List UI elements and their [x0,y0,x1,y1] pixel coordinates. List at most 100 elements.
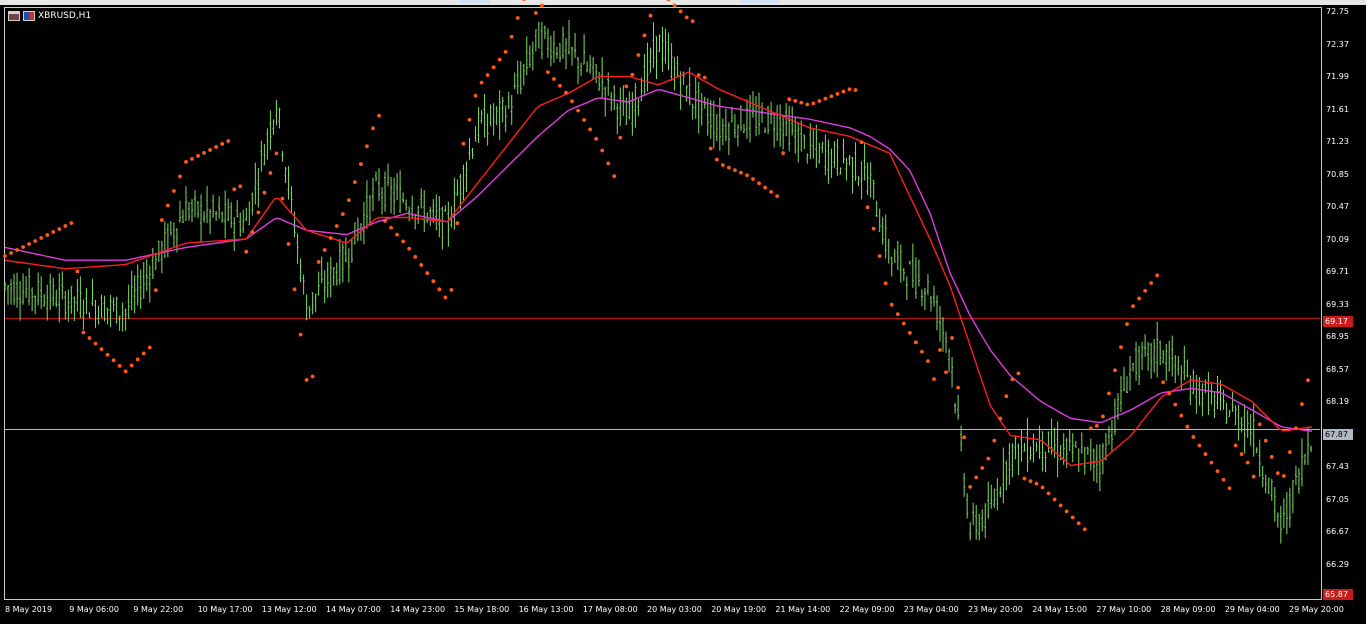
sar-dot [546,70,550,75]
time-axis-label: 16 May 13:00 [518,605,574,614]
sar-dot [992,438,997,443]
sar-dot [407,246,412,251]
sar-dot [1119,345,1123,350]
sar-dot [178,174,182,179]
sar-dot [630,72,635,77]
price-axis-label: 72.75 [1326,7,1349,17]
time-axis-label: 27 May 10:00 [1096,605,1152,614]
symbol-flag-icon [23,11,35,21]
sar-dot [93,341,98,346]
price-axis-label: 68.19 [1326,397,1349,407]
fast-moving-average-line [4,71,1313,467]
sar-dot [907,331,912,335]
sar-dot [1070,515,1075,520]
sar-dot [1300,402,1304,407]
sar-dot [39,236,44,240]
sar-dot [208,148,212,152]
sar-dot [15,248,19,252]
price-chart-svg[interactable] [0,0,1366,624]
sar-dot [455,221,460,226]
sar-dot [57,227,62,231]
sar-dot [714,157,719,162]
time-axis-label: 14 May 07:00 [326,605,381,614]
sar-dot [1107,391,1111,396]
sar-dot [1155,273,1160,278]
sar-dot [419,263,424,267]
time-axis-label: 10 May 17:00 [197,605,253,614]
time-axis-label: 14 May 23:00 [390,605,446,614]
sar-dot [612,174,617,179]
sar-dot [485,73,490,77]
sar-dot [1082,527,1087,532]
sar-dot [1221,477,1226,482]
sar-dot [1215,469,1220,474]
sar-dot [558,83,562,88]
time-axis-label: 17 May 08:00 [582,605,638,614]
price-axis-label: 66.67 [1326,527,1349,537]
price-axis-label: 71.23 [1326,137,1349,147]
price-axis-label: 67.05 [1326,494,1349,504]
sar-dot [63,224,68,228]
sar-dot [129,363,134,368]
sar-dot [1275,471,1280,476]
sar-dot [775,194,780,199]
sar-dot [184,160,188,164]
sar-dot [491,65,496,70]
sar-dot [1251,474,1256,479]
sar-dot [111,358,116,363]
sar-dot [883,281,888,286]
sar-dot [570,99,574,104]
sar-dot [1173,402,1178,407]
sar-dot [99,347,104,352]
sar-dot [449,287,454,292]
sar-dot [1046,491,1051,496]
time-axis-label: 13 May 12:00 [261,605,317,614]
sar-dot [33,239,38,243]
sar-dot [751,177,755,181]
sar-dot [672,3,677,8]
sar-dot [1179,413,1184,418]
time-axis-label: 21 May 14:00 [775,605,831,614]
sar-dot [395,232,399,237]
sar-dot [576,108,580,113]
sar-dot [334,224,339,228]
sar-dot [274,151,279,156]
time-axis-label: 23 May 20:00 [968,605,1023,614]
sar-dot [298,332,303,337]
time-axis-label: 29 May 20:00 [1289,605,1344,614]
sar-dot [1040,485,1045,490]
sar-dot [889,302,894,307]
sar-dot [841,89,846,94]
sar-dot [141,351,146,356]
sar-dot [9,251,13,255]
sar-dot [1058,503,1063,508]
sar-dot [1052,497,1057,502]
sar-dot [503,49,508,54]
sar-dot [238,184,243,189]
sar-dot [359,162,363,167]
sar-dot [1125,322,1129,326]
sar-dot [461,141,466,146]
sar-dot [1263,438,1268,443]
time-axis-label: 20 May 19:00 [711,605,767,614]
time-axis-label: 24 May 15:00 [1032,605,1088,614]
sar-dot [913,340,918,345]
sar-dot [509,34,514,39]
sar-dot [648,13,653,18]
sar-dot [105,352,110,357]
sar-dot [1131,304,1135,309]
sar-dot [920,349,924,354]
sar-dot [371,126,375,131]
sar-dot [847,87,852,92]
sar-dot [811,101,816,106]
sar-dot [383,219,387,223]
sar-dot [618,135,623,140]
sar-dot [280,196,285,201]
sar-dot [515,16,520,20]
sar-dot [582,118,587,122]
sar-dot [81,330,86,335]
sar-dot [226,139,231,143]
slow-moving-average-line [4,89,1313,432]
sar-dot [159,218,164,222]
sar-dot [950,336,954,340]
